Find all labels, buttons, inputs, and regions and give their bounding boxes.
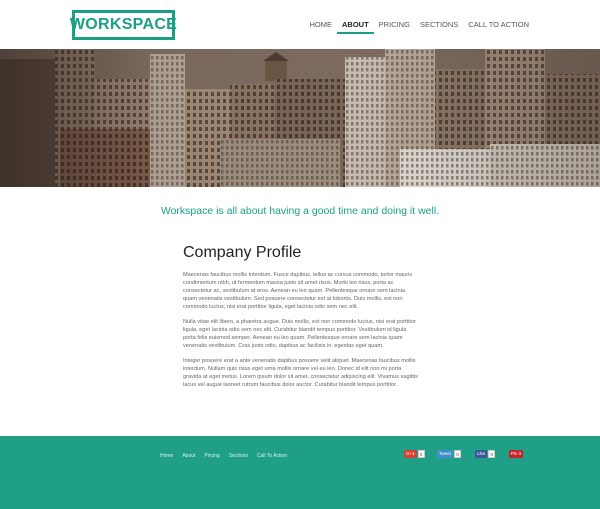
footer-nav-sections[interactable]: Sections — [229, 453, 248, 459]
pinterest-label: Pin it — [509, 450, 524, 458]
footer-nav-about[interactable]: About — [182, 453, 195, 459]
tagline: Workspace is all about having a good tim… — [160, 205, 440, 217]
profile-paragraph-1: Maecenas faucibus mollis interdum. Fusce… — [183, 272, 413, 310]
footer-nav-pricing[interactable]: Pricing — [204, 453, 219, 459]
hero-shade-overlay — [0, 49, 600, 187]
nav-about[interactable]: ABOUT — [337, 19, 374, 34]
company-profile-section: Company Profile Maecenas faucibus mollis… — [183, 244, 418, 396]
tweet-button[interactable]: Tweet 0 — [437, 450, 462, 458]
footer-nav-home[interactable]: Home — [160, 453, 173, 459]
google-plus-button[interactable]: G+1 0 — [404, 450, 425, 458]
nav-call-to-action[interactable]: CALL TO ACTION — [463, 19, 534, 34]
site-footer: Home About Pricing Sections Call To Acti… — [0, 436, 600, 509]
nav-sections[interactable]: SECTIONS — [415, 19, 463, 34]
footer-nav: Home About Pricing Sections Call To Acti… — [160, 453, 287, 459]
facebook-like-button[interactable]: Like 0 — [475, 450, 496, 458]
tweet-count: 0 — [454, 450, 462, 458]
page-title: Company Profile — [183, 244, 302, 261]
main-nav: HOME ABOUT PRICING SECTIONS CALL TO ACTI… — [305, 19, 535, 34]
facebook-like-label: Like — [475, 450, 488, 458]
hero-city-image — [0, 49, 600, 187]
facebook-like-count: 0 — [488, 450, 496, 458]
site-header: WORKSPACE HOME ABOUT PRICING SECTIONS CA… — [0, 0, 600, 49]
nav-pricing[interactable]: PRICING — [374, 19, 415, 34]
pinterest-button[interactable]: Pin it — [509, 450, 524, 458]
nav-home[interactable]: HOME — [305, 19, 338, 34]
tweet-label: Tweet — [437, 450, 454, 458]
profile-paragraph-2: Nulla vitae elit libero, a pharetra augu… — [183, 319, 416, 349]
google-plus-count: 0 — [417, 450, 425, 458]
footer-nav-call-to-action[interactable]: Call To Action — [257, 453, 287, 459]
google-plus-label: G+1 — [404, 450, 417, 458]
profile-paragraph-3: Integer posuere erat a ante venenatis da… — [183, 358, 418, 388]
site-logo[interactable]: WORKSPACE — [70, 10, 177, 40]
